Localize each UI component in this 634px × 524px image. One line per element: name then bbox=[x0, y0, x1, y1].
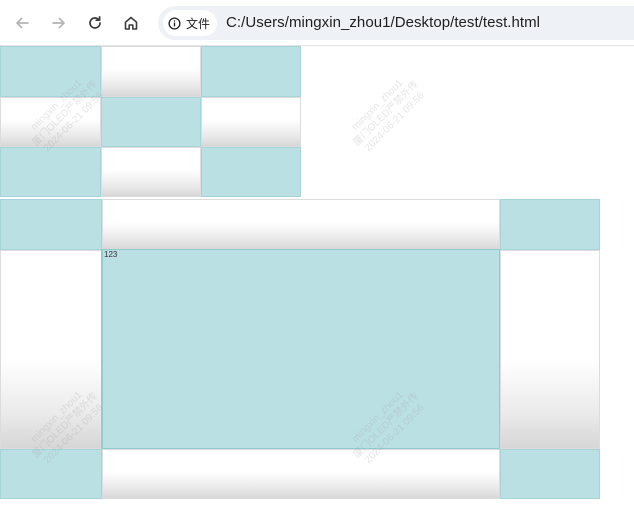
grid-cell bbox=[201, 46, 301, 97]
url-text[interactable]: C:/Users/mingxin_zhou1/Desktop/test/test… bbox=[226, 14, 540, 31]
info-icon bbox=[168, 16, 181, 30]
grid-cell bbox=[0, 97, 101, 147]
corner-top-left bbox=[0, 199, 102, 250]
arrow-left-icon bbox=[16, 17, 29, 29]
watermark-line: 厦门OLED严禁外传 bbox=[351, 78, 421, 149]
edge-right bbox=[500, 250, 600, 449]
home-icon bbox=[124, 16, 138, 30]
corner-bottom-right bbox=[500, 449, 600, 499]
watermark-line: mingxin_zhou1 bbox=[350, 77, 406, 133]
grid-cell bbox=[0, 147, 101, 197]
edge-top bbox=[102, 199, 500, 250]
grid-cell bbox=[101, 97, 201, 147]
center-cell: 123 bbox=[101, 249, 501, 449]
corner-bottom-left bbox=[0, 449, 102, 499]
grid-cell bbox=[201, 97, 301, 147]
site-chip-label: 文件 bbox=[186, 16, 211, 31]
grid-cell bbox=[101, 147, 201, 197]
page-content: 123 mingxin_zhou1 厦门OLED严禁外传 2024-06-21 … bbox=[0, 46, 634, 524]
reload-icon bbox=[89, 15, 101, 29]
site-info-chip[interactable]: 文件 bbox=[163, 10, 217, 36]
watermark: mingxin_zhou1 厦门OLED严禁外传 2024-06-21 09:5… bbox=[343, 70, 430, 157]
forward-button[interactable] bbox=[44, 8, 74, 38]
home-button[interactable] bbox=[116, 8, 146, 38]
grid-cell bbox=[0, 46, 101, 97]
corner-top-right bbox=[500, 199, 600, 250]
back-button[interactable] bbox=[7, 8, 37, 38]
edge-bottom bbox=[102, 449, 500, 499]
grid-cell bbox=[201, 147, 301, 197]
browser-toolbar: 文件 C:/Users/mingxin_zhou1/Desktop/test/t… bbox=[0, 0, 634, 46]
address-bar[interactable]: 文件 C:/Users/mingxin_zhou1/Desktop/test/t… bbox=[158, 6, 634, 40]
center-label: 123 bbox=[104, 250, 118, 259]
reload-button[interactable] bbox=[80, 8, 110, 38]
watermark-line: 2024-06-21 09:56 bbox=[362, 90, 427, 154]
edge-left bbox=[0, 250, 102, 449]
grid-cell bbox=[101, 46, 201, 97]
arrow-right-icon bbox=[52, 17, 65, 29]
